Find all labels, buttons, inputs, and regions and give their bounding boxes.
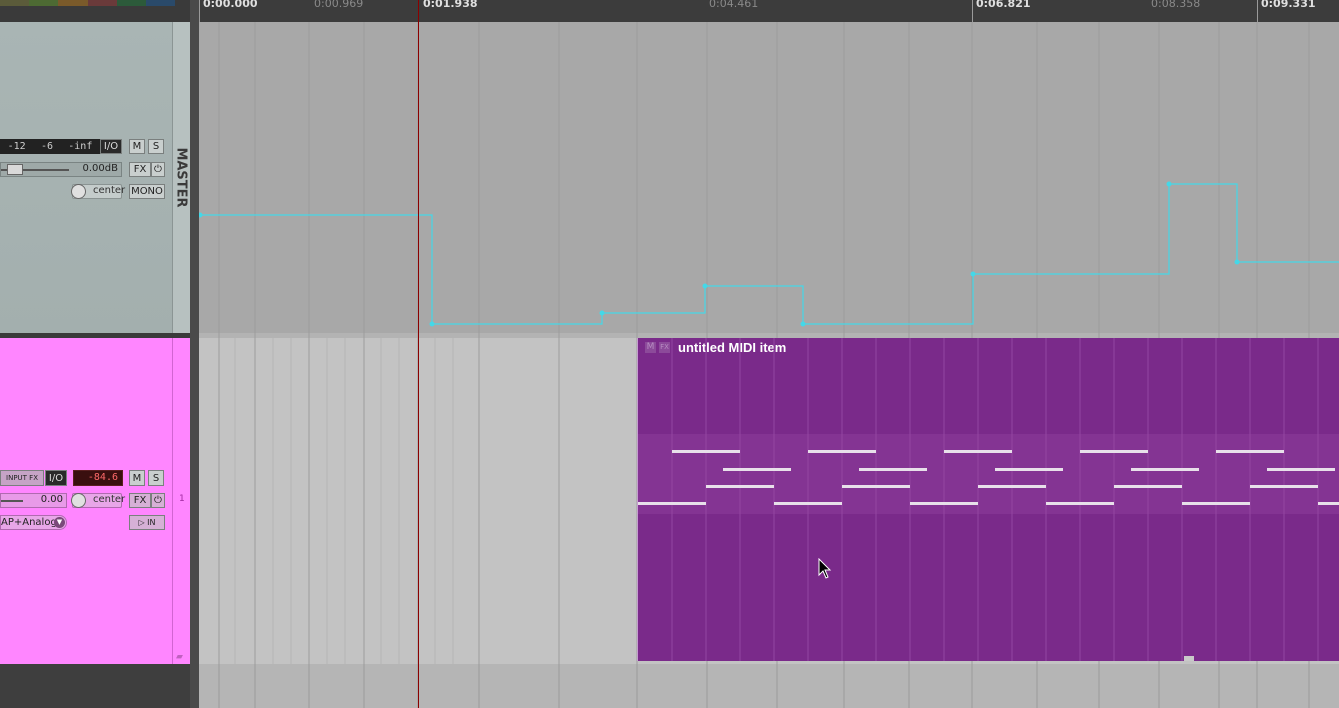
ruler-label-4: 0:06.821 [976, 0, 1031, 10]
track1-fx-bypass-button[interactable]: ⏻ [151, 493, 165, 508]
color-swatches [0, 0, 176, 6]
master-volume-value: 0.00dB [82, 163, 118, 174]
track1-volume-value: 0.00 [40, 494, 63, 505]
master-mute-button[interactable]: M [129, 139, 145, 154]
timeline-ruler[interactable]: 0:00.000 0:00.969 0:01.938 0:04.461 0:06… [199, 0, 1339, 22]
master-track-panel[interactable] [0, 22, 190, 333]
ruler-label-0: 0:00.000 [203, 0, 258, 10]
master-automation-envelope[interactable] [199, 22, 1339, 333]
meter-scale-12: -12 [7, 141, 26, 152]
tcp-empty-area [0, 664, 190, 708]
pan-knob-icon[interactable] [71, 184, 86, 199]
chevron-down-icon[interactable]: ▼ [54, 517, 65, 528]
meter-scale-inf: -inf [68, 141, 93, 152]
master-pan-control[interactable]: center [71, 184, 126, 199]
master-io-button[interactable]: I/O [100, 139, 122, 154]
track1-mute-button[interactable]: M [129, 470, 145, 486]
master-label: MASTER [172, 22, 190, 333]
track1-volume-fader[interactable]: 0.00 [0, 493, 67, 508]
master-solo-button[interactable]: S [148, 139, 164, 154]
input-fx-button[interactable]: INPUT FX [0, 470, 44, 486]
tcp-divider[interactable] [190, 0, 199, 708]
master-volume-fader[interactable]: 0.00dB [0, 162, 122, 177]
ruler-label-1: 0:00.969 [314, 0, 364, 10]
track-number: 1 [179, 494, 185, 504]
midi-notes [638, 338, 1339, 661]
track1-pan-control[interactable]: center [71, 493, 126, 508]
power-icon: ⏻ [154, 164, 162, 175]
master-mono-button[interactable]: MONO [129, 184, 165, 199]
master-fx-bypass-button[interactable]: ⏻ [151, 162, 165, 177]
track1-meter-value: -84.6 [73, 470, 123, 486]
master-fx-button[interactable]: FX [129, 162, 151, 177]
track1-input-selector[interactable]: AP+Analog I ▼ [0, 515, 67, 530]
playhead[interactable] [418, 0, 419, 708]
track1-solo-button[interactable]: S [148, 470, 164, 486]
master-fader-handle[interactable] [7, 164, 23, 175]
master-meter: -12 -6 -inf [0, 139, 100, 154]
track1-pan-value: center [93, 494, 126, 505]
track1-fx-button[interactable]: FX [129, 493, 151, 508]
ruler-label-3: 0:04.461 [709, 0, 759, 10]
midi-item[interactable]: M FX untitled MIDI item [637, 338, 1339, 661]
play-icon: ▷ [138, 518, 145, 527]
master-label-text: MASTER [173, 147, 189, 208]
track1-io-button[interactable]: I/O [45, 470, 67, 486]
master-pan-value: center [93, 185, 126, 196]
track1-record-monitor-button[interactable]: ▷ IN [129, 515, 165, 530]
ruler-label-6: 0:09.331 [1261, 0, 1316, 10]
power-icon: ⏻ [154, 495, 162, 506]
meter-scale-6: -6 [40, 141, 53, 152]
ruler-label-2: 0:01.938 [423, 0, 478, 10]
folder-icon[interactable]: ▰ [176, 652, 183, 662]
pan-knob-icon[interactable] [71, 493, 86, 508]
record-monitor-label: IN [147, 518, 156, 527]
mouse-cursor-icon [818, 558, 832, 579]
ruler-label-5: 0:08.358 [1151, 0, 1201, 10]
